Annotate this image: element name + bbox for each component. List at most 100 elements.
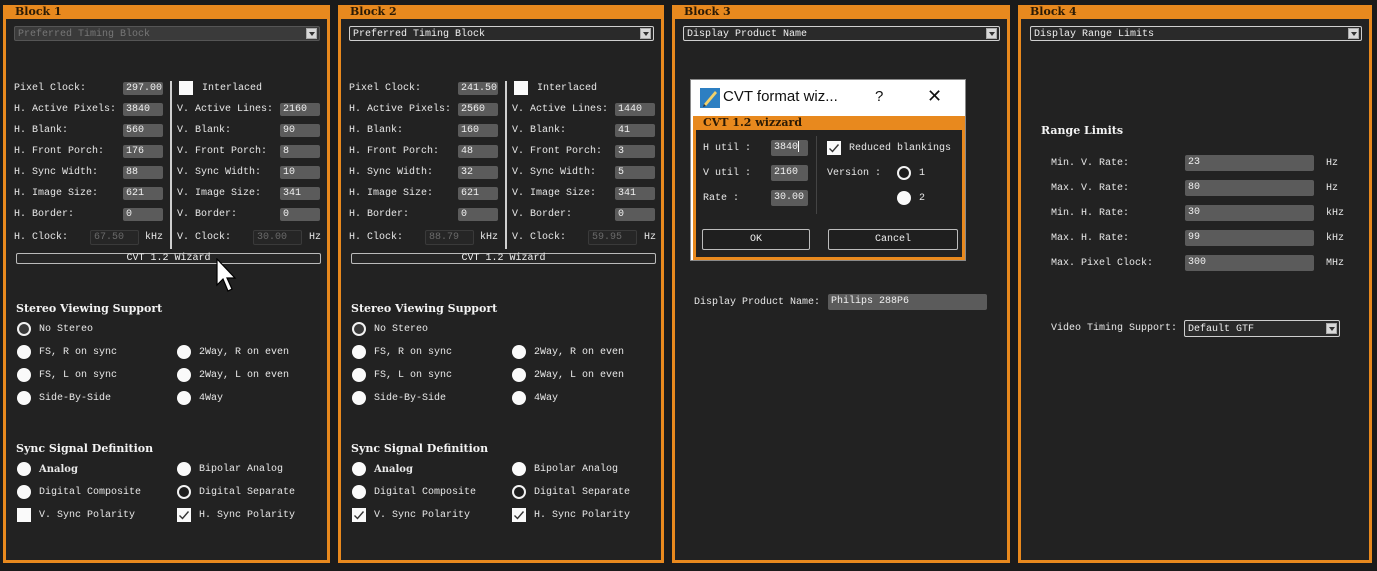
v-front-porch-input[interactable]: 8 [280,145,320,158]
rate-input[interactable]: 30.00 [771,190,808,206]
v-border-input[interactable]: 0 [615,208,655,221]
label-fs-r-on-sync: FS, R on sync [374,347,453,358]
ok-button[interactable]: OK [702,229,810,250]
min-v-rate-input[interactable]: 23 [1185,155,1314,171]
h-util-input[interactable]: 3840 [771,140,808,156]
h-active-input[interactable]: 2560 [458,103,498,116]
chevron-down-icon[interactable] [306,28,317,39]
radio-4way[interactable] [512,391,526,405]
label-fs-r-on-sync: FS, R on sync [39,347,118,358]
help-button[interactable]: ? [875,88,883,105]
range-limits-title: Range Limits [1041,124,1124,137]
chevron-down-icon[interactable] [640,28,651,39]
h-border-input[interactable]: 0 [458,208,498,221]
radio-side-by-side[interactable] [352,391,366,405]
radio-version-2[interactable] [897,191,911,205]
min-h-rate-input[interactable]: 30 [1185,205,1314,221]
h-sync-width-label: H. Sync Width: [14,167,99,178]
radio-bipolar-analog[interactable] [177,462,191,476]
v-border-input[interactable]: 0 [280,208,320,221]
version-label: Version : [827,168,882,179]
v-front-porch-input[interactable]: 3 [615,145,655,158]
block-1-type-select[interactable]: Preferred Timing Block [14,26,320,41]
radio-side-by-side[interactable] [17,391,31,405]
radio-fs-r-on-sync[interactable] [17,345,31,359]
radio-version-1[interactable] [897,166,911,180]
product-name-input[interactable]: Philips 288P6 [828,294,987,310]
chevron-down-icon[interactable] [1326,323,1337,334]
h-blank-label: H. Blank: [14,125,69,136]
v-util-input[interactable]: 2160 [771,165,808,181]
max-pixel-clock-input[interactable]: 300 [1185,255,1314,271]
v-image-size-input[interactable]: 341 [280,187,320,200]
v-active-input[interactable]: 1440 [615,103,655,116]
block-2-type-select[interactable]: Preferred Timing Block [349,26,654,41]
cvt-wizard-button[interactable]: CVT 1.2 Wizard [16,253,321,264]
radio-2way-l-on-even[interactable] [512,368,526,382]
radio-bipolar-analog[interactable] [512,462,526,476]
radio-fs-r-on-sync[interactable] [352,345,366,359]
rate-label: Rate : [703,193,740,204]
label-no-stereo: No Stereo [39,324,94,335]
radio-analog[interactable] [17,462,31,476]
label-digital-separate: Digital Separate [534,487,631,498]
v-image-size-input[interactable]: 341 [615,187,655,200]
max-h-rate-input[interactable]: 99 [1185,230,1314,246]
close-icon[interactable]: ✕ [927,86,942,107]
chevron-down-icon[interactable] [1348,28,1359,39]
v-image-size-label: V. Image Size: [512,188,597,199]
radio-4way[interactable] [177,391,191,405]
radio-2way-r-on-even[interactable] [512,345,526,359]
radio-digital-composite[interactable] [352,485,366,499]
radio-fs-l-on-sync[interactable] [352,368,366,382]
label-4way: 4Way [199,393,224,404]
radio-no-stereo[interactable] [352,322,366,336]
radio-digital-separate[interactable] [177,485,191,499]
h-image-size-input[interactable]: 621 [458,187,498,200]
label-analog: Analog [39,464,78,475]
h-active-input[interactable]: 3840 [123,103,163,116]
h-blank-label: H. Blank: [349,125,404,136]
pixel-clock-input[interactable]: 297.00 [123,82,163,95]
radio-analog[interactable] [352,462,366,476]
cvt-wizard-button[interactable]: CVT 1.2 Wizard [351,253,656,264]
h-front-porch-input[interactable]: 48 [458,145,498,158]
max-v-rate-input[interactable]: 80 [1185,180,1314,196]
max-v-rate-unit: Hz [1326,183,1339,194]
interlaced-checkbox[interactable] [514,81,528,95]
cancel-button[interactable]: Cancel [828,229,958,250]
h-blank-input[interactable]: 160 [458,124,498,137]
radio-2way-r-on-even[interactable] [177,345,191,359]
video-timing-select[interactable]: Default GTF [1184,320,1340,337]
block-4-type-select-value: Display Range Limits [1034,29,1155,40]
h-border-input[interactable]: 0 [123,208,163,221]
h-sync-width-input[interactable]: 88 [123,166,163,179]
h-sync-polarity-checkbox[interactable] [512,508,526,522]
radio-no-stereo[interactable] [17,322,31,336]
v-sync-width-input[interactable]: 10 [280,166,320,179]
h-image-size-input[interactable]: 621 [123,187,163,200]
v-sync-width-input[interactable]: 5 [615,166,655,179]
reduced-blankings-checkbox[interactable] [827,141,841,155]
pixel-clock-input[interactable]: 241.50 [458,82,498,95]
h-sync-width-input[interactable]: 32 [458,166,498,179]
h-image-size-label: H. Image Size: [349,188,434,199]
h-front-porch-input[interactable]: 176 [123,145,163,158]
interlaced-checkbox[interactable] [179,81,193,95]
block-4-type-select[interactable]: Display Range Limits [1030,26,1362,41]
v-sync-polarity-checkbox[interactable] [17,508,31,522]
radio-digital-separate[interactable] [512,485,526,499]
radio-fs-l-on-sync[interactable] [17,368,31,382]
h-sync-polarity-checkbox[interactable] [177,508,191,522]
chevron-down-icon[interactable] [986,28,997,39]
radio-2way-l-on-even[interactable] [177,368,191,382]
v-blank-input[interactable]: 41 [615,124,655,137]
h-blank-input[interactable]: 560 [123,124,163,137]
interlaced-label: Interlaced [537,83,598,94]
min-h-rate-label: Min. H. Rate: [1051,208,1130,219]
v-blank-input[interactable]: 90 [280,124,320,137]
v-active-input[interactable]: 2160 [280,103,320,116]
block-3-type-select[interactable]: Display Product Name [683,26,1000,41]
v-sync-polarity-checkbox[interactable] [352,508,366,522]
radio-digital-composite[interactable] [17,485,31,499]
